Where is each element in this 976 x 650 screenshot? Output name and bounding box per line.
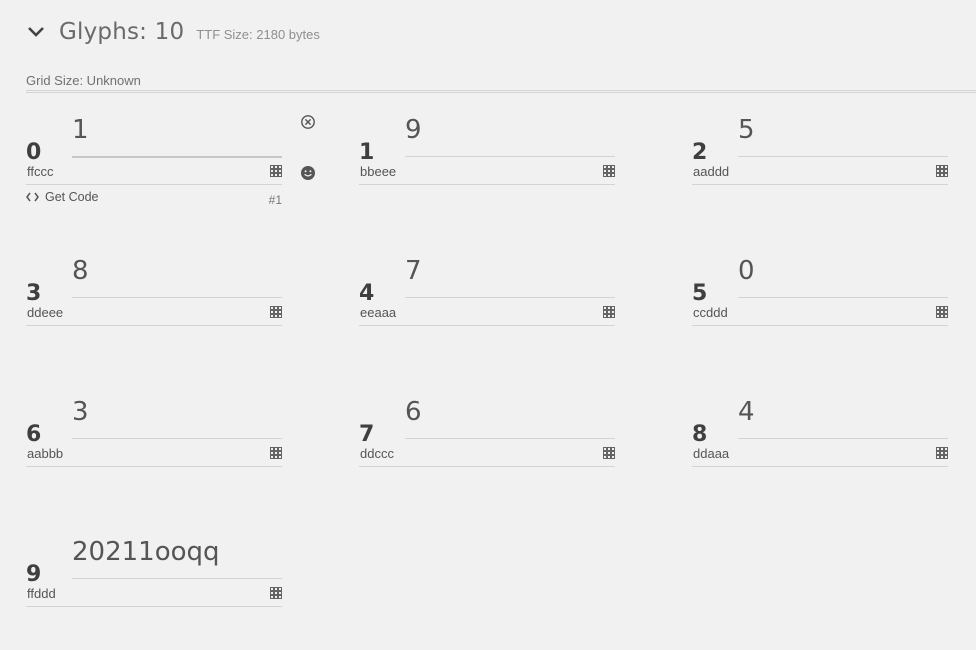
glyph-underline (405, 297, 615, 298)
get-code-button[interactable]: Get Code (26, 190, 99, 204)
grid-pattern-icon[interactable] (603, 446, 615, 459)
ttf-size: TTF Size: 2180 bytes (196, 27, 320, 42)
glyph-card: 3 8 ddeee (26, 256, 282, 369)
glyph-name-field[interactable]: eeaaa (359, 299, 615, 326)
glyph-name: ddccc (360, 446, 394, 461)
grid-pattern-icon[interactable] (270, 586, 282, 599)
code-icon (26, 192, 39, 202)
grid-pattern-icon[interactable] (936, 164, 948, 177)
glyph-card: 7 6 ddccc (359, 397, 615, 510)
glyph-char-input[interactable]: 0 (738, 256, 755, 286)
glyph-underline (405, 438, 615, 439)
grid-pattern-icon[interactable] (936, 446, 948, 459)
smiley-icon[interactable] (300, 165, 316, 181)
glyph-name: eeaaa (360, 305, 397, 320)
glyph-underline (738, 438, 948, 439)
glyph-name-field[interactable]: ffccc (26, 158, 282, 185)
glyph-name: ffccc (27, 164, 54, 179)
grid-pattern-icon[interactable] (603, 164, 615, 177)
glyph-name-field[interactable]: aaddd (692, 158, 948, 185)
glyph-underline (738, 156, 948, 157)
glyph-name-field[interactable]: bbeee (359, 158, 615, 185)
glyph-card: 5 0 ccddd (692, 256, 948, 369)
glyph-card: 1 9 bbeee (359, 115, 615, 228)
glyph-underline (72, 297, 282, 298)
glyph-char-input[interactable]: 6 (405, 397, 422, 427)
glyph-number: #1 (268, 193, 282, 207)
glyph-name: ccddd (693, 305, 728, 320)
glyph-name-field[interactable]: ffddd (26, 580, 282, 607)
grid-pattern-icon[interactable] (936, 305, 948, 318)
glyph-char-input[interactable]: 7 (405, 256, 422, 286)
grid-pattern-icon[interactable] (270, 446, 282, 459)
close-circle-icon[interactable] (300, 114, 316, 130)
glyph-underline (72, 438, 282, 439)
glyph-card: 2 5 aaddd (692, 115, 948, 228)
glyph-card: 8 4 ddaaa (692, 397, 948, 510)
glyph-underline (405, 156, 615, 157)
glyph-char-input[interactable]: 3 (72, 397, 89, 427)
glyph-name: ddaaa (693, 446, 730, 461)
grid-size: Grid Size: Unknown (26, 73, 141, 88)
glyph-name: ffddd (27, 586, 56, 601)
grid-pattern-icon[interactable] (603, 305, 615, 318)
glyph-name-field[interactable]: aabbb (26, 440, 282, 467)
glyph-char-input[interactable]: 20211ooqq (72, 537, 220, 567)
glyph-name: bbeee (360, 164, 397, 179)
glyph-name-field[interactable]: ddaaa (692, 440, 948, 467)
glyph-name: aabbb (27, 446, 64, 461)
chevron-down-icon[interactable] (26, 22, 46, 42)
grid-pattern-icon[interactable] (270, 305, 282, 318)
glyph-char-input[interactable]: 5 (738, 115, 755, 145)
code-row: Get Code #1 (26, 190, 282, 208)
glyph-underline (738, 297, 948, 298)
glyph-char-input[interactable]: 9 (405, 115, 422, 145)
glyph-name: aaddd (693, 164, 730, 179)
get-code-label: Get Code (45, 190, 99, 204)
glyph-char-input[interactable]: 1 (72, 115, 89, 145)
glyphs-header: Glyphs: 10 TTF Size: 2180 bytes (26, 14, 320, 50)
glyph-char-input[interactable]: 8 (72, 256, 89, 286)
glyph-card: 0 1 ffccc Get Code #1 (26, 115, 282, 228)
glyph-card: 9 20211ooqq ffddd (26, 537, 282, 650)
divider (26, 90, 976, 93)
grid-pattern-icon[interactable] (270, 164, 282, 177)
glyph-name: ddeee (27, 305, 64, 320)
glyph-name-field[interactable]: ccddd (692, 299, 948, 326)
glyph-underline (72, 578, 282, 579)
glyph-card: 6 3 aabbb (26, 397, 282, 510)
glyph-card: 4 7 eeaaa (359, 256, 615, 369)
glyph-name-field[interactable]: ddccc (359, 440, 615, 467)
glyphs-title: Glyphs: 10 (59, 19, 185, 45)
glyph-name-field[interactable]: ddeee (26, 299, 282, 326)
glyph-char-input[interactable]: 4 (738, 397, 755, 427)
